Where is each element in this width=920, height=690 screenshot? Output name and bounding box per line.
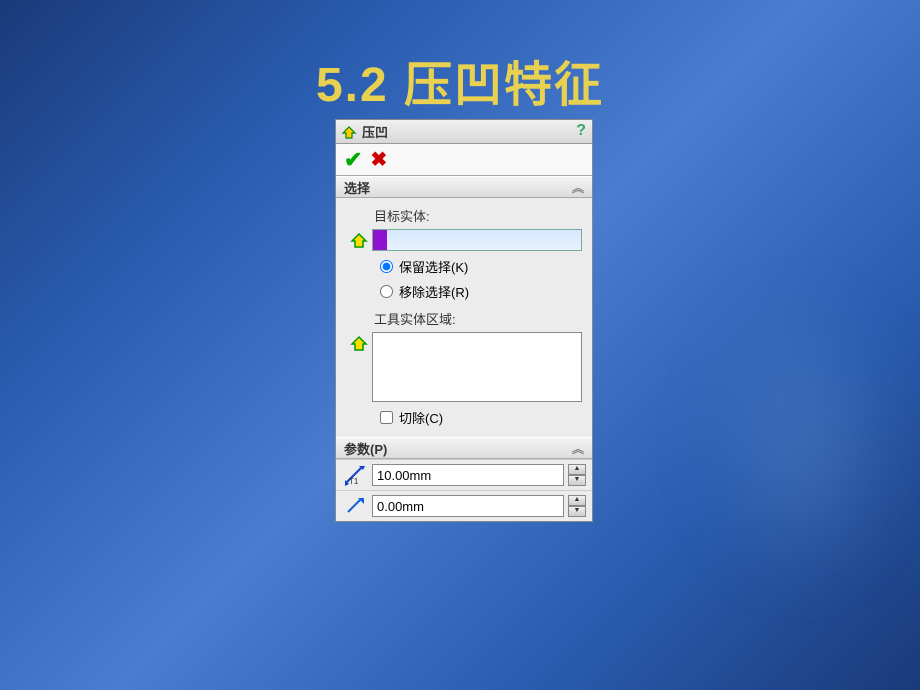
cut-checkbox[interactable] bbox=[380, 411, 393, 424]
param-t2-row: ▲ ▼ bbox=[336, 490, 592, 521]
panel-title: 压凹 bbox=[362, 122, 388, 141]
keep-selection-radio[interactable] bbox=[380, 260, 393, 273]
selection-marker bbox=[373, 230, 387, 250]
target-entity-label: 目标实体: bbox=[374, 206, 582, 225]
help-icon[interactable]: ? bbox=[576, 122, 586, 140]
cut-label: 切除(C) bbox=[399, 408, 443, 427]
indent-feature-icon bbox=[340, 123, 358, 141]
target-entity-input[interactable] bbox=[372, 229, 582, 251]
cancel-button[interactable]: ✖ bbox=[370, 147, 387, 172]
ok-button[interactable]: ✔ bbox=[344, 147, 362, 173]
remove-selection-radio[interactable] bbox=[380, 285, 393, 298]
panel-titlebar: 压凹 ? bbox=[336, 120, 592, 144]
confirm-bar: ✔ ✖ bbox=[336, 144, 592, 176]
thickness-icon: T1 bbox=[342, 464, 368, 486]
t2-input[interactable] bbox=[372, 495, 564, 517]
remove-selection-label: 移除选择(R) bbox=[399, 282, 469, 301]
t1-input[interactable] bbox=[372, 464, 564, 486]
param-t1-row: T1 ▲ ▼ bbox=[336, 459, 592, 490]
property-panel: 压凹 ? ✔ ✖ 选择 ︽ 目标实体: 保留选择(K) 移除选择(R) bbox=[335, 119, 593, 522]
tool-region-input[interactable] bbox=[372, 332, 582, 402]
t2-spinner: ▲ ▼ bbox=[568, 495, 586, 517]
t2-spin-down[interactable]: ▼ bbox=[568, 506, 586, 517]
selection-section-header[interactable]: 选择 ︽ bbox=[336, 176, 592, 198]
params-header-label: 参数(P) bbox=[344, 439, 387, 458]
t1-spin-up[interactable]: ▲ bbox=[568, 464, 586, 475]
t1-spin-down[interactable]: ▼ bbox=[568, 475, 586, 486]
target-home-icon[interactable] bbox=[346, 231, 372, 249]
tool-region-label: 工具实体区域: bbox=[374, 309, 582, 328]
selection-header-label: 选择 bbox=[344, 178, 370, 197]
selection-section-body: 目标实体: 保留选择(K) 移除选择(R) 工具实体区域: bbox=[336, 198, 592, 437]
t2-spin-up[interactable]: ▲ bbox=[568, 495, 586, 506]
tool-home-icon[interactable] bbox=[346, 332, 372, 352]
t1-spinner: ▲ ▼ bbox=[568, 464, 586, 486]
collapse-icon: ︽ bbox=[572, 440, 584, 457]
svg-text:T1: T1 bbox=[349, 477, 359, 486]
params-section-header[interactable]: 参数(P) ︽ bbox=[336, 437, 592, 459]
keep-selection-label: 保留选择(K) bbox=[399, 257, 468, 276]
clearance-icon bbox=[342, 495, 368, 517]
collapse-icon: ︽ bbox=[572, 179, 584, 196]
slide-title: 5.2 压凹特征 bbox=[316, 45, 604, 115]
